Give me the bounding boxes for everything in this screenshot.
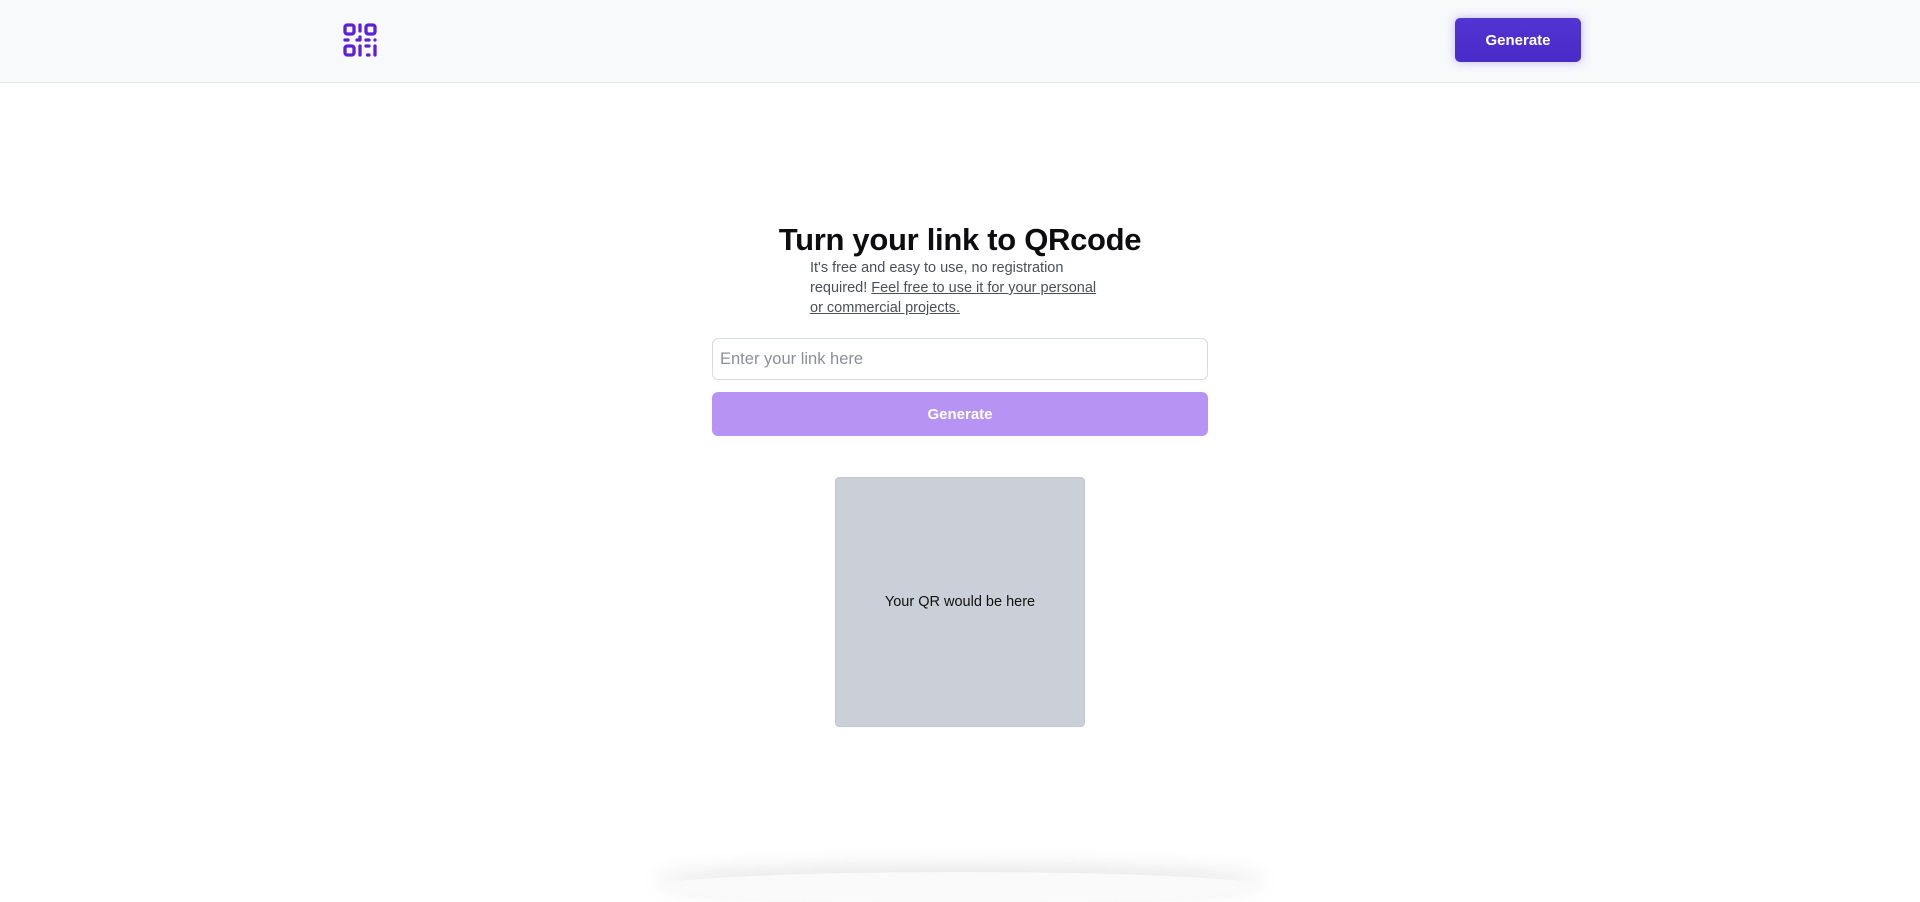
page-subtitle: It's free and easy to use, no registrati… xyxy=(810,258,1110,318)
link-input[interactable] xyxy=(712,338,1208,380)
qr-placeholder: Your QR would be here xyxy=(835,477,1085,727)
generate-button[interactable]: Generate xyxy=(712,392,1208,436)
site-header: Generate xyxy=(0,0,1920,83)
header-generate-button[interactable]: Generate xyxy=(1455,18,1581,62)
qr-placeholder-text: Your QR would be here xyxy=(884,594,1036,610)
main-content: Turn your link to QRcode It's free and e… xyxy=(0,84,1920,880)
bottom-panel-edge xyxy=(655,872,1265,902)
qr-code-icon[interactable] xyxy=(342,22,378,58)
page-title: Turn your link to QRcode xyxy=(778,222,1142,257)
